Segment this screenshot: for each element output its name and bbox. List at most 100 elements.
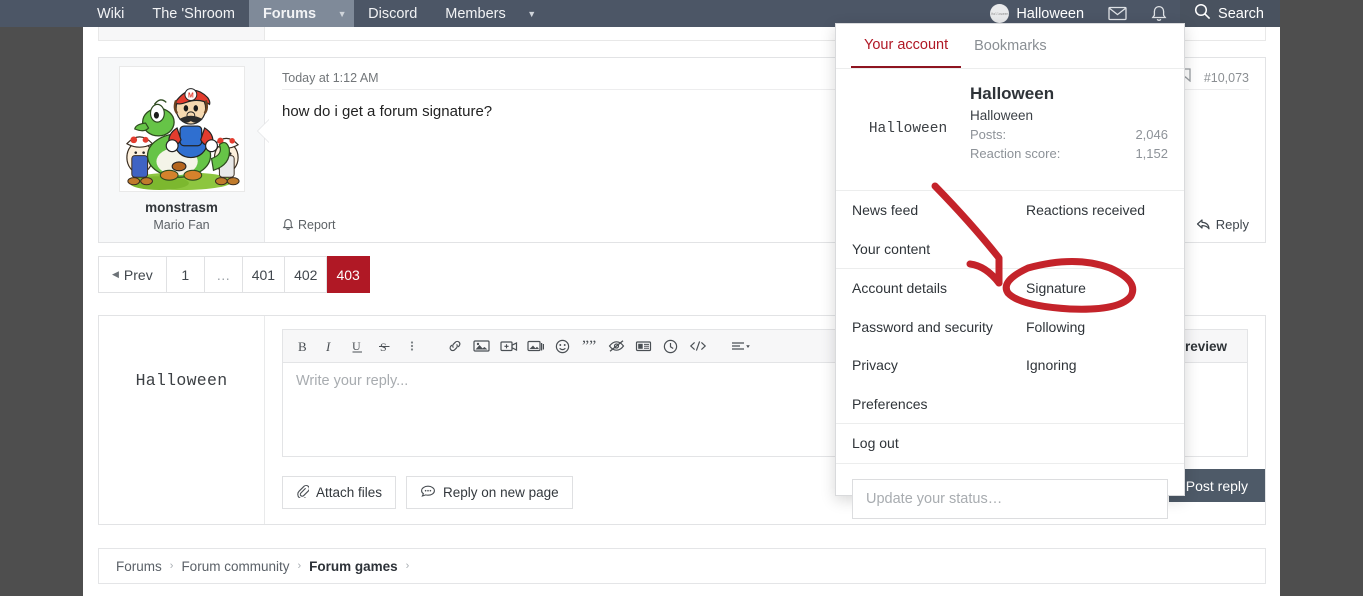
svg-text:””: ”” xyxy=(582,339,596,353)
page-button-403-current[interactable]: 403 xyxy=(327,256,370,293)
post-beam xyxy=(258,120,269,142)
menu-item-password-and-security[interactable]: Password and security xyxy=(836,308,1010,347)
svg-text:B: B xyxy=(298,339,307,353)
account-stat-posts: Posts: 2,046 xyxy=(970,127,1168,142)
italic-icon[interactable]: I xyxy=(318,334,343,359)
breadcrumb-separator: › xyxy=(405,560,410,572)
nav-right-spacer xyxy=(1280,0,1363,27)
menu-item-ignoring[interactable]: Ignoring xyxy=(1010,346,1184,385)
strikethrough-icon[interactable]: S xyxy=(372,334,397,359)
page-button-402[interactable]: 402 xyxy=(285,256,328,293)
media-gallery-icon[interactable] xyxy=(523,334,548,359)
menu-item-log-out[interactable]: Log out xyxy=(836,424,1010,463)
breadcrumb-separator: › xyxy=(169,560,174,572)
previous-post-sidebar xyxy=(99,27,265,40)
nav-item-forums[interactable]: Forums xyxy=(248,0,331,27)
post-author-name[interactable]: monstrasm xyxy=(99,200,264,215)
editor-avatar-text: Halloween xyxy=(135,371,228,390)
account-stat-reactions-value: 1,152 xyxy=(1135,146,1168,161)
breadcrumb-item-forum-community[interactable]: Forum community xyxy=(181,559,289,574)
post-date[interactable]: Today at 1:12 AM xyxy=(282,71,379,85)
breadcrumb-separator: › xyxy=(297,560,302,572)
reply-on-new-page-button[interactable]: Reply on new page xyxy=(406,476,573,509)
account-avatar-text[interactable]: Halloween xyxy=(852,83,964,174)
menu-item-account-details[interactable]: Account details xyxy=(836,269,1010,308)
nav-item-members[interactable]: Members xyxy=(431,0,519,27)
underline-icon[interactable]: U xyxy=(345,334,370,359)
menu-item-empty-1 xyxy=(1010,230,1184,269)
account-username: Halloween xyxy=(970,108,1034,123)
account-display-name[interactable]: Halloween xyxy=(970,84,1168,104)
svg-text:I: I xyxy=(325,339,331,353)
more-options-icon[interactable] xyxy=(399,334,424,359)
post-author-sidebar: M monstrasm Mario Fan xyxy=(99,58,265,242)
account-menu-grid: News feed Reactions received Your conten… xyxy=(836,191,1184,464)
quote-icon[interactable]: ”” xyxy=(577,334,602,359)
video-icon[interactable] xyxy=(496,334,521,359)
spoiler-icon[interactable] xyxy=(604,334,629,359)
account-menu-divider-3 xyxy=(836,462,1184,464)
code-icon[interactable] xyxy=(685,334,710,359)
page-prev-label: Prev xyxy=(123,266,153,283)
nav-item-wiki[interactable]: Wiki xyxy=(83,0,138,27)
account-stat-reactions: Reaction score: 1,152 xyxy=(970,146,1168,161)
search-button[interactable]: Search xyxy=(1180,0,1280,27)
image-icon[interactable] xyxy=(469,334,494,359)
paperclip-icon xyxy=(296,484,310,501)
search-icon xyxy=(1194,3,1211,24)
account-tabs: Your account Bookmarks xyxy=(836,24,1184,69)
pagination: ◀ Prev 1 … 401 402 403 xyxy=(98,256,370,293)
breadcrumb-item-forums[interactable]: Forums xyxy=(116,559,162,574)
breadcrumb-item-forum-games[interactable]: Forum games xyxy=(309,559,398,574)
clock-icon[interactable] xyxy=(658,334,683,359)
tab-bookmarks[interactable]: Bookmarks xyxy=(961,24,1060,68)
menu-item-empty-2 xyxy=(1010,385,1184,424)
tab-your-account[interactable]: Your account xyxy=(851,24,962,68)
inline-spoiler-icon[interactable] xyxy=(631,334,656,359)
reply-button[interactable]: Reply xyxy=(1196,217,1249,232)
avatar[interactable]: M xyxy=(118,66,245,192)
nav-item-the-shroom[interactable]: The 'Shroom xyxy=(138,0,249,27)
editor-avatar-sidebar: Halloween xyxy=(99,316,265,524)
page-button-1[interactable]: 1 xyxy=(166,256,205,293)
bold-icon[interactable]: B xyxy=(291,334,316,359)
reply-label: Reply xyxy=(1215,217,1249,232)
post-number[interactable]: #10,073 xyxy=(1204,71,1249,85)
speech-bubble-icon xyxy=(420,484,436,501)
nav-username: Halloween xyxy=(1016,5,1085,22)
search-label: Search xyxy=(1218,5,1264,22)
page-prev-button[interactable]: ◀ Prev xyxy=(98,256,167,293)
menu-item-your-content[interactable]: Your content xyxy=(836,230,1010,269)
breadcrumb: Forums › Forum community › Forum games › xyxy=(98,548,1266,584)
account-dropdown-panel: Your account Bookmarks Halloween Hallowe… xyxy=(835,23,1185,519)
avatar: Halloween xyxy=(990,4,1010,23)
menu-item-reactions-received[interactable]: Reactions received xyxy=(1010,191,1184,230)
svg-text:U: U xyxy=(352,339,361,353)
report-button[interactable]: Report xyxy=(282,218,336,232)
menu-item-following[interactable]: Following xyxy=(1010,308,1184,347)
menu-item-signature[interactable]: Signature xyxy=(1010,269,1184,308)
link-icon[interactable] xyxy=(442,334,467,359)
page-button-401[interactable]: 401 xyxy=(242,256,286,293)
svg-text:M: M xyxy=(187,93,193,100)
menu-item-empty-3 xyxy=(1010,424,1184,463)
menu-item-news-feed[interactable]: News feed xyxy=(836,191,1010,230)
attach-files-button[interactable]: Attach files xyxy=(282,476,397,509)
page-ellipsis[interactable]: … xyxy=(204,256,243,293)
screen: M monstrasm Mario Fan Today at 1:12 AM #… xyxy=(0,0,1363,596)
menu-item-privacy[interactable]: Privacy xyxy=(836,346,1010,385)
nav-left-spacer xyxy=(0,0,83,27)
report-label: Report xyxy=(298,217,336,232)
nav-members-chevron-down-icon[interactable]: ▼ xyxy=(520,0,544,27)
nav-item-discord[interactable]: Discord xyxy=(354,0,431,27)
attach-files-label: Attach files xyxy=(316,485,383,500)
menu-item-preferences[interactable]: Preferences xyxy=(836,385,1010,424)
account-stat-reactions-label: Reaction score: xyxy=(970,146,1061,161)
reply-on-new-page-label: Reply on new page xyxy=(443,485,559,500)
emoji-icon[interactable] xyxy=(550,334,575,359)
align-icon[interactable] xyxy=(728,334,753,359)
status-input[interactable]: Update your status… xyxy=(852,479,1168,519)
nav-forums-chevron-down-icon[interactable]: ▼ xyxy=(330,0,355,27)
chevron-left-icon: ◀ xyxy=(112,269,119,279)
mario-yoshi-avatar-image: M xyxy=(119,67,244,191)
